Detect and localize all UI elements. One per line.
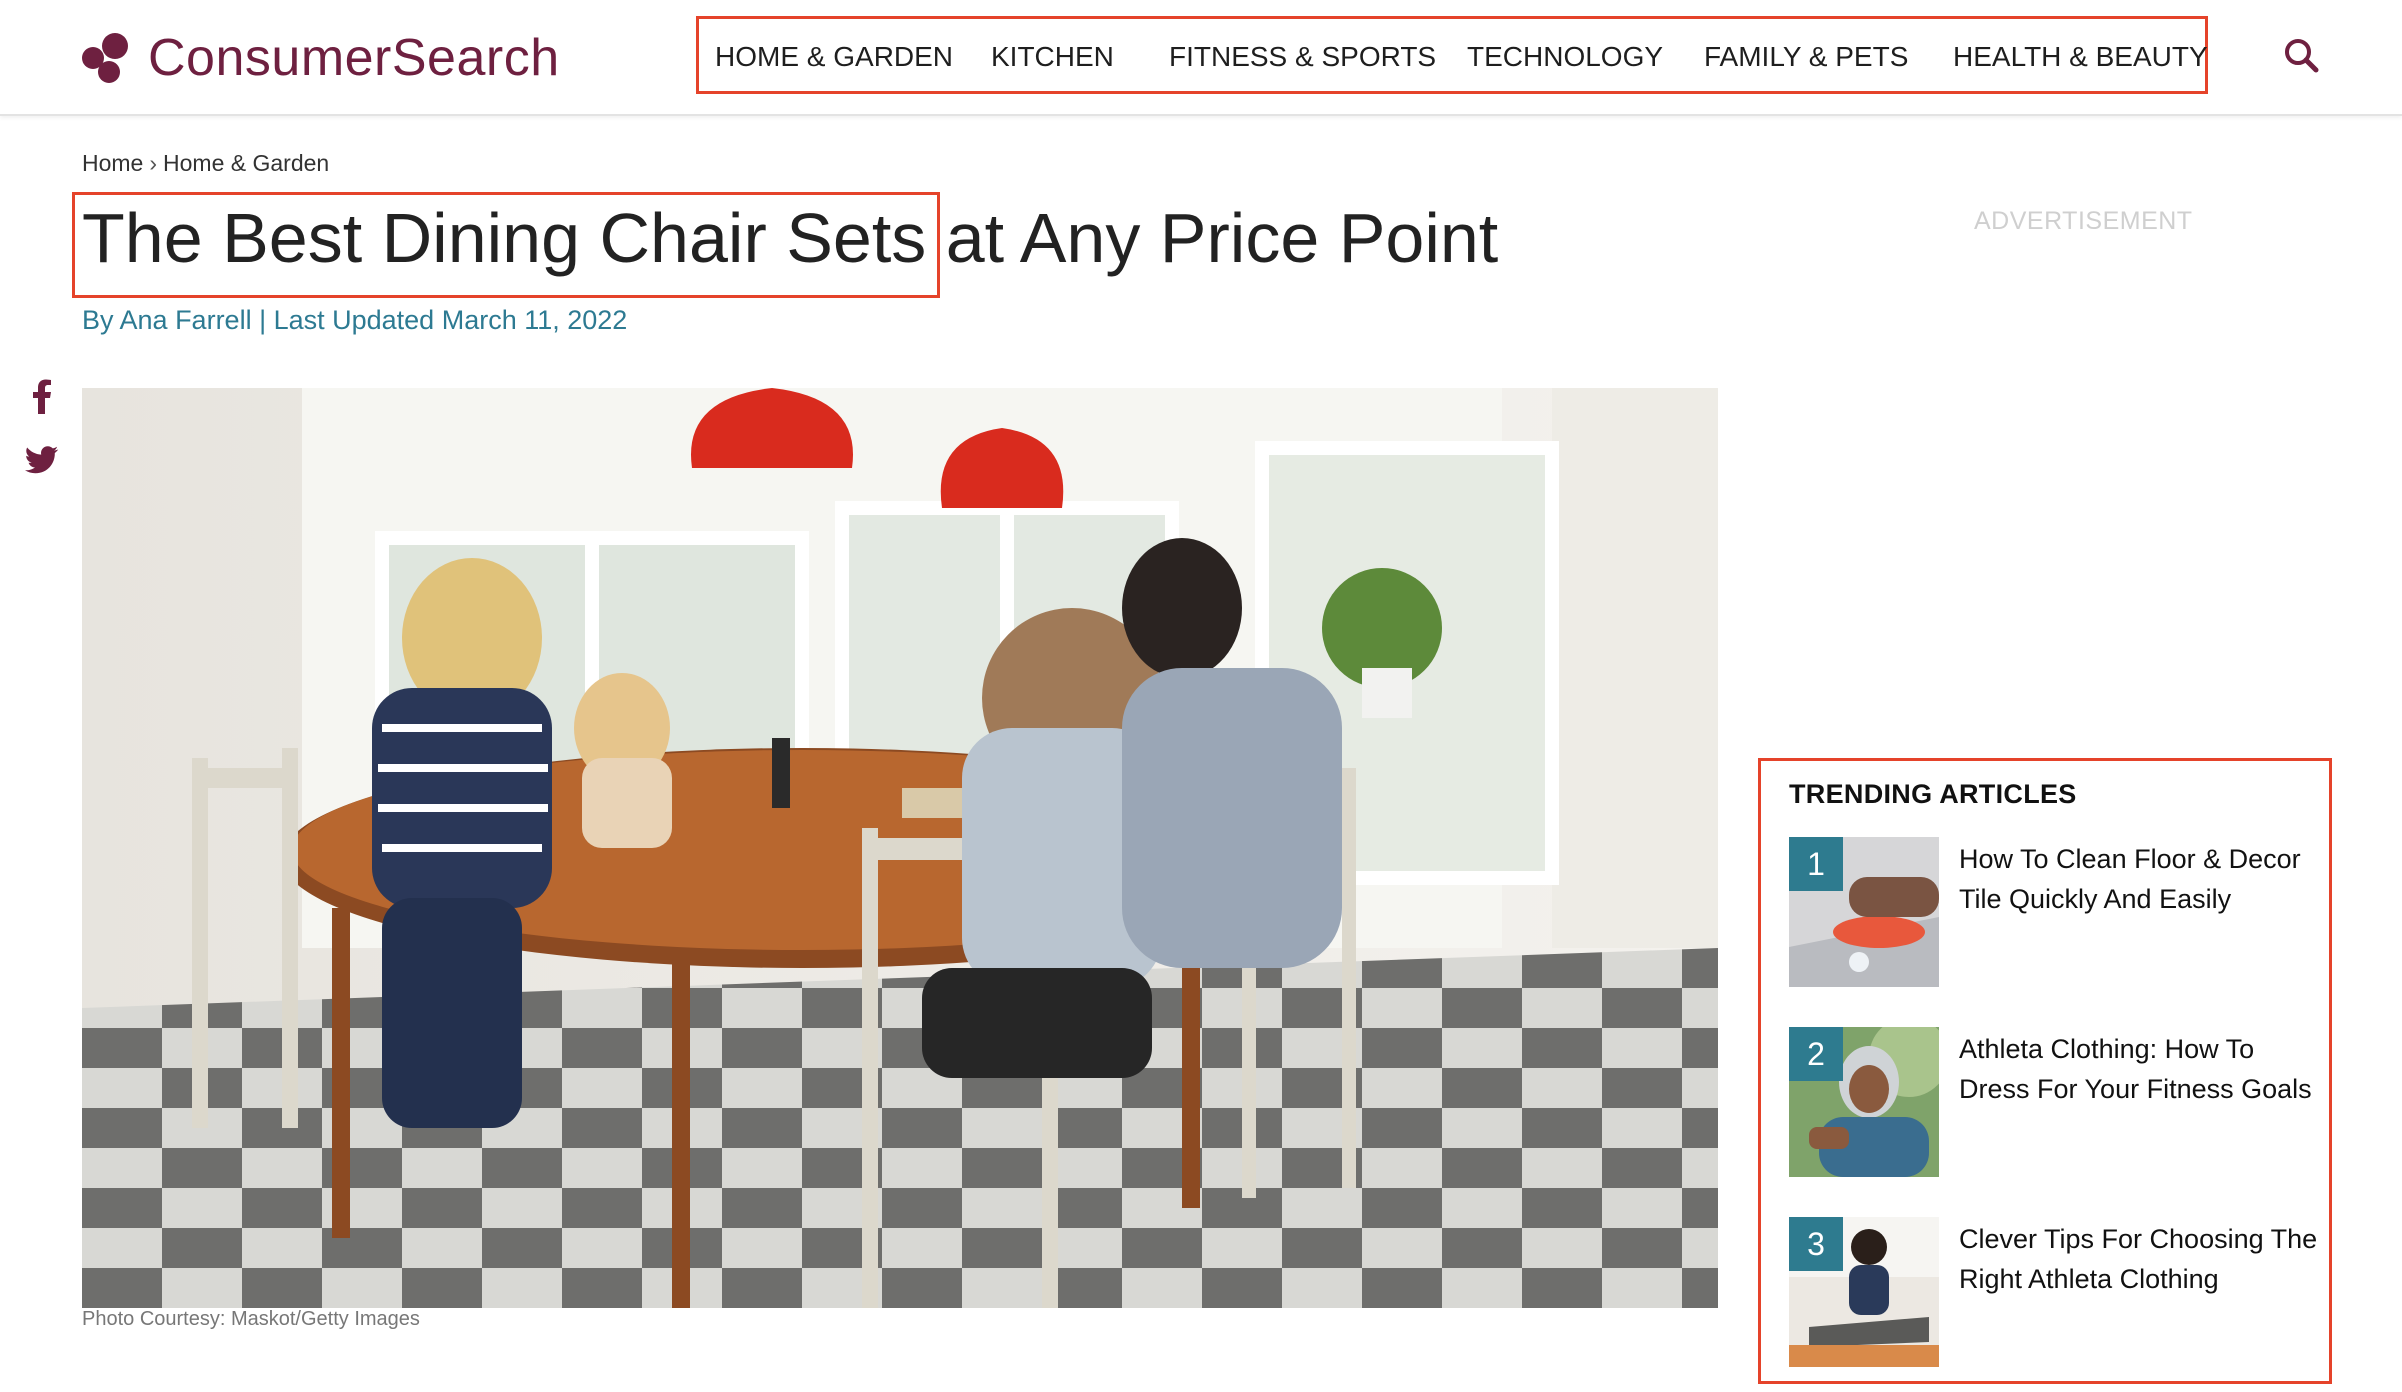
page-title: The Best Dining Chair Sets at Any Price … bbox=[82, 200, 1498, 277]
trending-heading: TRENDING ARTICLES bbox=[1789, 779, 2077, 809]
photo-caption: Photo Courtesy: Maskot/Getty Images bbox=[82, 1308, 420, 1330]
trending-number-1: 1 bbox=[1789, 837, 1843, 891]
trending-thumb-1: 1 bbox=[1789, 837, 1939, 987]
logo-text: ConsumerSearch bbox=[148, 29, 560, 87]
trending-title-3[interactable]: Clever Tips For Choosing The Right Athle… bbox=[1959, 1219, 2329, 1299]
social-share-bar bbox=[24, 376, 60, 504]
site-header: ConsumerSearch HOME & GARDEN KITCHEN FIT… bbox=[0, 0, 2402, 116]
trending-thumb-2: 2 bbox=[1789, 1027, 1939, 1177]
breadcrumb: Home › Home & Garden bbox=[82, 150, 329, 177]
logo-mark-icon bbox=[80, 31, 140, 85]
search-icon[interactable] bbox=[2282, 36, 2322, 76]
breadcrumb-current[interactable]: Home & Garden bbox=[163, 150, 329, 176]
nav-item-kitchen[interactable]: KITCHEN bbox=[991, 41, 1114, 73]
site-logo[interactable]: ConsumerSearch bbox=[80, 28, 560, 88]
advertisement-label: ADVERTISEMENT bbox=[1974, 207, 2193, 235]
twitter-icon[interactable] bbox=[24, 440, 60, 480]
nav-item-home-garden[interactable]: HOME & GARDEN bbox=[715, 41, 953, 73]
nav-item-fitness-sports[interactable]: FITNESS & SPORTS bbox=[1169, 41, 1436, 73]
trending-item-1[interactable]: 1 How To Clean Floor & Decor Tile Quickl… bbox=[1789, 837, 2319, 987]
facebook-icon[interactable] bbox=[24, 376, 60, 416]
trending-articles: TRENDING ARTICLES 1 How To Clean Floor &… bbox=[1758, 758, 2332, 1384]
trending-item-3[interactable]: 3 Clever Tips For Choosing The Right Ath… bbox=[1789, 1217, 2319, 1367]
nav-item-family-pets[interactable]: FAMILY & PETS bbox=[1704, 41, 1908, 73]
article-byline[interactable]: By Ana Farrell | Last Updated March 11, … bbox=[82, 305, 627, 336]
page-title-rest: at Any Price Point bbox=[945, 199, 1499, 277]
main-nav: HOME & GARDEN KITCHEN FITNESS & SPORTS T… bbox=[696, 16, 2208, 94]
trending-number-3: 3 bbox=[1789, 1217, 1843, 1271]
nav-item-health-beauty[interactable]: HEALTH & BEAUTY bbox=[1953, 41, 2208, 73]
breadcrumb-separator: › bbox=[149, 150, 158, 176]
hero-image bbox=[82, 388, 1718, 1308]
trending-item-2[interactable]: 2 Athleta Clothing: How To Dress For You… bbox=[1789, 1027, 2319, 1177]
trending-title-2[interactable]: Athleta Clothing: How To Dress For Your … bbox=[1959, 1029, 2329, 1109]
nav-item-technology[interactable]: TECHNOLOGY bbox=[1467, 41, 1663, 73]
trending-number-2: 2 bbox=[1789, 1027, 1843, 1081]
page-title-highlight: The Best Dining Chair Sets bbox=[82, 199, 927, 277]
breadcrumb-home[interactable]: Home bbox=[82, 150, 143, 176]
trending-thumb-3: 3 bbox=[1789, 1217, 1939, 1367]
trending-title-1[interactable]: How To Clean Floor & Decor Tile Quickly … bbox=[1959, 839, 2329, 919]
